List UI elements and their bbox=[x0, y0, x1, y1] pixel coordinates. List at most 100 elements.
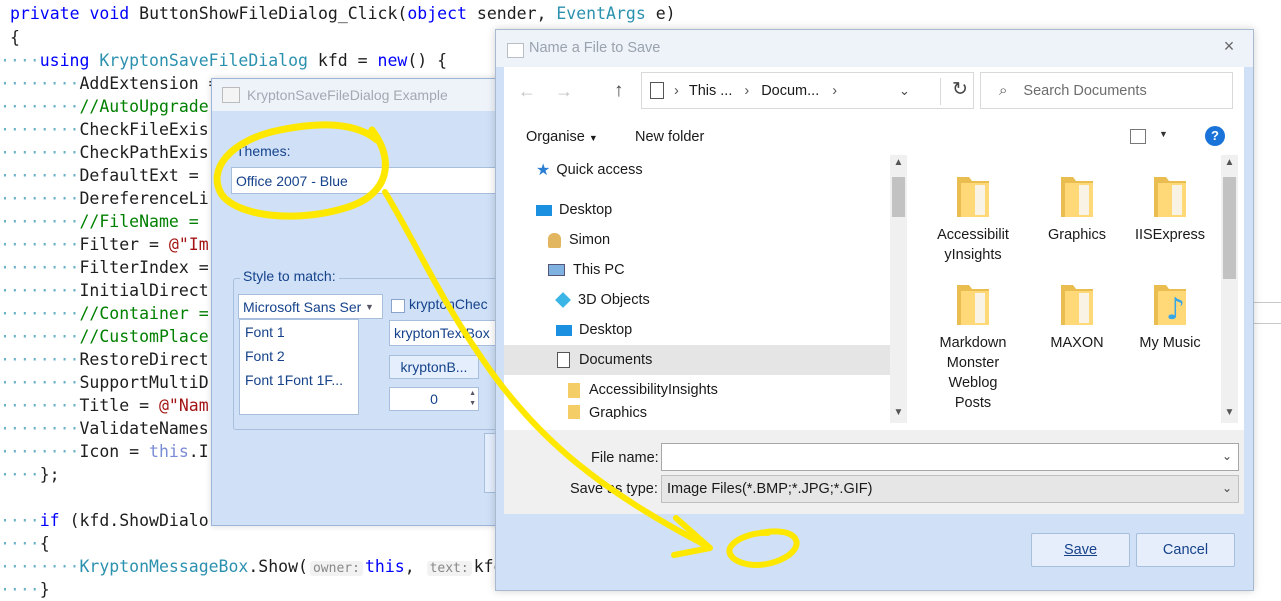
breadcrumb-item[interactable]: Docum... bbox=[761, 83, 819, 99]
krypton-button[interactable]: kryptonB... bbox=[389, 355, 479, 379]
new-folder-button[interactable]: New folder bbox=[635, 129, 704, 145]
scrollbar-thumb[interactable] bbox=[892, 177, 905, 217]
chevron-down-icon[interactable]: ⌄ bbox=[1222, 449, 1232, 463]
folder-icon bbox=[1152, 171, 1188, 219]
font-combo[interactable]: Microsoft Sans Ser ▼ bbox=[238, 294, 383, 319]
nav-item-quick-access[interactable]: ★ Quick access bbox=[536, 155, 643, 185]
folder-scrollbar[interactable]: ▲ ▼ bbox=[1221, 155, 1238, 423]
up-arrow-icon[interactable]: ↑ bbox=[614, 80, 624, 102]
chevron-down-icon[interactable]: ⌄ bbox=[899, 83, 910, 99]
nav-label: Simon bbox=[569, 232, 611, 248]
list-item[interactable]: Font 1 bbox=[240, 320, 358, 344]
code-line: ····using KryptonSaveFileDialog kfd = ne… bbox=[0, 51, 448, 70]
code-token: EventArgs bbox=[556, 4, 646, 23]
file-name-input[interactable]: ⌄ bbox=[661, 443, 1239, 471]
code-token: Icon = bbox=[79, 442, 150, 461]
nav-item-accessibilityinsights[interactable]: AccessibilityInsights bbox=[568, 375, 718, 405]
folder-item[interactable]: MAXON bbox=[1029, 279, 1125, 353]
code-token: FilterIndex = bbox=[79, 258, 209, 277]
nav-item-simon[interactable]: Simon bbox=[548, 225, 610, 255]
folder-view[interactable]: Accessibilit yInsights Graphics IISExpre… bbox=[908, 155, 1218, 423]
numeric-updown[interactable]: 0 ▲ ▼ bbox=[389, 387, 479, 411]
save-button[interactable]: Save bbox=[1031, 533, 1130, 567]
nav-item-desktop[interactable]: Desktop bbox=[536, 195, 612, 225]
nav-scrollbar[interactable]: ▲ ▼ bbox=[890, 155, 907, 423]
code-token: SupportMultiD bbox=[79, 373, 209, 392]
style-group-label: Style to match: bbox=[240, 268, 339, 284]
nav-item-this-pc[interactable]: This PC bbox=[548, 255, 625, 285]
nav-label: 3D Objects bbox=[578, 292, 650, 308]
krypton-textbox[interactable]: kryptonTextBox bbox=[389, 320, 499, 346]
forward-arrow-icon[interactable]: → bbox=[555, 81, 573, 102]
list-item[interactable]: Font 2 bbox=[240, 344, 358, 368]
cancel-button[interactable]: Cancel bbox=[1136, 533, 1235, 567]
organise-button[interactable]: Organise ▼ bbox=[526, 129, 598, 145]
folder-name: My Music bbox=[1139, 335, 1201, 351]
example-dialog-titlebar[interactable]: KryptonSaveFileDialog Example bbox=[212, 79, 512, 111]
scroll-down-icon[interactable]: ▼ bbox=[1221, 407, 1238, 418]
scroll-down-icon[interactable]: ▼ bbox=[890, 407, 907, 418]
krypton-checkbox[interactable] bbox=[391, 299, 405, 313]
nav-item-graphics[interactable]: Graphics bbox=[568, 405, 647, 419]
folder-icon bbox=[568, 382, 580, 398]
document-icon bbox=[557, 352, 570, 368]
code-token: InitialDirect bbox=[79, 281, 209, 300]
app-window-icon bbox=[222, 87, 240, 103]
help-button[interactable]: ? bbox=[1205, 126, 1225, 146]
code-token: KryptonSaveFileDialog bbox=[99, 51, 308, 70]
code-token: () { bbox=[407, 51, 448, 70]
font-listbox[interactable]: Font 1 Font 2 Font 1Font 1F... bbox=[239, 319, 359, 415]
user-icon bbox=[548, 232, 561, 248]
nav-item-3d-objects[interactable]: 3D Objects bbox=[555, 285, 650, 315]
code-line: ····}; bbox=[0, 465, 60, 484]
code-token: this bbox=[149, 442, 189, 461]
nav-item-desktop-2[interactable]: Desktop bbox=[556, 315, 632, 345]
address-bar[interactable]: › This ... › Docum... › ⌄ ↻ bbox=[641, 72, 974, 109]
scrollbar-thumb[interactable] bbox=[1223, 177, 1236, 279]
view-options-icon[interactable] bbox=[1130, 129, 1146, 144]
folder-item[interactable]: ♪ My Music bbox=[1122, 279, 1218, 353]
folder-item[interactable]: Accessibilit yInsights bbox=[925, 171, 1021, 265]
navigation-pane[interactable]: ★ Quick access Desktop Simon This PC 3D O… bbox=[504, 155, 890, 457]
spin-arrows-icon[interactable]: ▲ ▼ bbox=[469, 389, 476, 409]
scroll-up-icon[interactable]: ▲ bbox=[1221, 157, 1238, 168]
code-token: Title = bbox=[79, 396, 159, 415]
dropdown-caret-icon[interactable]: ▼ bbox=[1159, 129, 1168, 139]
list-item[interactable]: Font 1Font 1F... bbox=[240, 368, 358, 392]
close-button[interactable]: × bbox=[1218, 36, 1240, 57]
chevron-down-icon: ▼ bbox=[365, 301, 374, 312]
folder-item[interactable]: Markdown Monster Weblog Posts bbox=[925, 279, 1021, 413]
folder-item[interactable]: IISExpress bbox=[1122, 171, 1218, 245]
chevron-right-icon: › bbox=[744, 82, 750, 99]
nav-label: Quick access bbox=[556, 162, 643, 178]
code-line: ········Title = @"Nam bbox=[0, 396, 209, 415]
code-token: RestoreDirect bbox=[79, 350, 209, 369]
folder-item[interactable]: Graphics bbox=[1029, 171, 1125, 245]
refresh-icon[interactable]: ↻ bbox=[940, 78, 968, 105]
save-as-type-select[interactable]: Image Files(*.BMP;*.JPG;*.GIF) ⌄ bbox=[661, 475, 1239, 503]
nav-label: Documents bbox=[579, 352, 653, 368]
scroll-up-icon[interactable]: ▲ bbox=[890, 157, 907, 168]
search-input[interactable]: ⌕ Search Documents bbox=[980, 72, 1233, 109]
code-line: ········CheckFileExis bbox=[0, 120, 209, 139]
code-token: DefaultExt = bbox=[79, 166, 209, 185]
breadcrumb-item[interactable]: This ... bbox=[689, 83, 733, 99]
code-line: ····if (kfd.ShowDialo bbox=[0, 511, 209, 530]
theme-combo[interactable]: Office 2007 - Blue bbox=[231, 167, 513, 194]
folder-icon bbox=[1059, 279, 1095, 327]
code-token: { bbox=[39, 534, 50, 553]
desktop-icon bbox=[536, 204, 552, 216]
code-line: ········DefaultExt = bbox=[0, 166, 209, 185]
nav-label: Desktop bbox=[559, 202, 613, 218]
code-token: .I bbox=[188, 442, 209, 461]
code-line: ········//CustomPlace bbox=[0, 327, 209, 346]
nav-item-documents[interactable]: Documents bbox=[504, 345, 890, 375]
save-dialog-titlebar[interactable]: Name a File to Save × bbox=[496, 30, 1253, 67]
file-name-label: File name: bbox=[591, 450, 659, 466]
computer-icon bbox=[548, 264, 565, 276]
code-line: ········AddExtension = bbox=[0, 74, 219, 93]
folder-icon bbox=[1059, 171, 1095, 219]
code-line: ········DereferenceLi bbox=[0, 189, 209, 208]
back-arrow-icon[interactable]: ← bbox=[518, 81, 536, 102]
code-line: ········InitialDirect bbox=[0, 281, 209, 300]
